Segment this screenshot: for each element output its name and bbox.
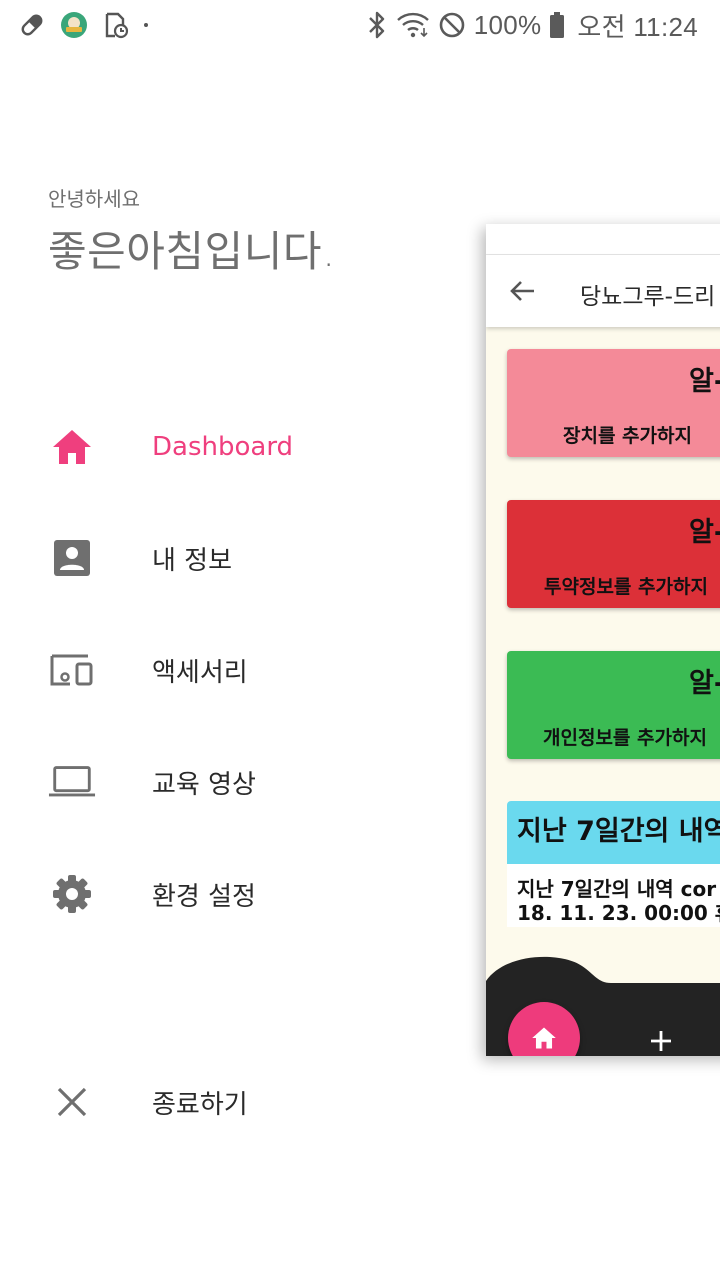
wifi-icon <box>396 12 429 38</box>
pill-icon <box>21 14 43 36</box>
menu-item-accessories[interactable]: 액세서리 <box>0 630 470 710</box>
app-preview-panel[interactable]: 당뇨그루-드리 알- 장치를 추가하지 알- 투약정보를 추가하지 알- 개인정… <box>486 224 720 1056</box>
home-icon <box>48 426 96 468</box>
clock: 오전 11:24 <box>577 11 698 42</box>
menu-item-label: Dashboard <box>152 432 294 462</box>
menu-item-settings[interactable]: 환경 설정 <box>0 854 470 934</box>
battery-icon <box>550 12 565 38</box>
alert-card-medication[interactable]: 알- 투약정보를 추가하지 <box>507 500 720 608</box>
status-bar-system: 100% 오전 11:24 <box>366 8 698 42</box>
alert-card-personal-info[interactable]: 알- 개인정보를 추가하지 <box>507 651 720 759</box>
do-not-disturb-icon <box>439 12 464 38</box>
devices-icon <box>48 649 96 691</box>
alert-card-message: 개인정보를 추가하지 <box>543 727 707 749</box>
status-bar-notifications <box>18 10 148 40</box>
exit-button[interactable]: 종료하기 <box>0 1062 470 1142</box>
history-card-header: 지난 7일간의 내역 <box>507 801 720 864</box>
scheduled-file-icon <box>105 12 129 39</box>
laptop-icon <box>48 761 96 803</box>
menu-item-label: 액세서리 <box>152 657 248 688</box>
alert-card-message: 장치를 추가하지 <box>563 425 692 447</box>
alert-card-title: 알- <box>689 517 720 548</box>
plus-icon[interactable] <box>648 1028 674 1054</box>
gear-icon <box>48 873 96 915</box>
alert-card-title: 알- <box>689 668 720 699</box>
preview-status-strip <box>486 224 720 255</box>
greeting-subtitle: 안녕하세요 <box>48 187 140 211</box>
app-avatar-icon <box>61 12 87 38</box>
history-card-line: 18. 11. 23. 00:00 휴대 <box>517 901 720 925</box>
arrow-back-icon[interactable] <box>508 277 536 305</box>
status-bar: 100% 오전 11:24 <box>0 0 720 50</box>
menu-item-label: 교육 영상 <box>152 769 256 800</box>
menu-item-education-video[interactable]: 교육 영상 <box>0 742 470 822</box>
dot-icon <box>144 23 148 27</box>
menu-item-my-info[interactable]: 내 정보 <box>0 518 470 598</box>
alert-card-device[interactable]: 알- 장치를 추가하지 <box>507 349 720 457</box>
preview-bottom-bar <box>486 956 720 1056</box>
close-icon <box>48 1081 96 1123</box>
person-card-icon <box>48 537 96 579</box>
preview-app-bar: 당뇨그루-드리 <box>486 255 720 327</box>
preview-title: 당뇨그루-드리 <box>580 284 716 310</box>
exit-label: 종료하기 <box>152 1089 248 1120</box>
alert-card-title: 알- <box>689 366 720 397</box>
alert-card-message: 투약정보를 추가하지 <box>544 576 708 598</box>
history-card-title: 지난 7일간의 내역 <box>517 816 720 847</box>
menu-item-label: 내 정보 <box>152 545 233 576</box>
history-card[interactable]: 지난 7일간의 내역 지난 7일간의 내역 cor 18. 11. 23. 00… <box>507 801 720 927</box>
bluetooth-icon <box>368 11 384 39</box>
battery-percent: 100% <box>473 9 542 40</box>
menu-item-label: 환경 설정 <box>152 881 256 912</box>
greeting-title: 좋은아침입니다. <box>48 227 336 276</box>
menu-item-dashboard[interactable]: Dashboard <box>0 407 470 487</box>
home-icon <box>532 1027 556 1049</box>
